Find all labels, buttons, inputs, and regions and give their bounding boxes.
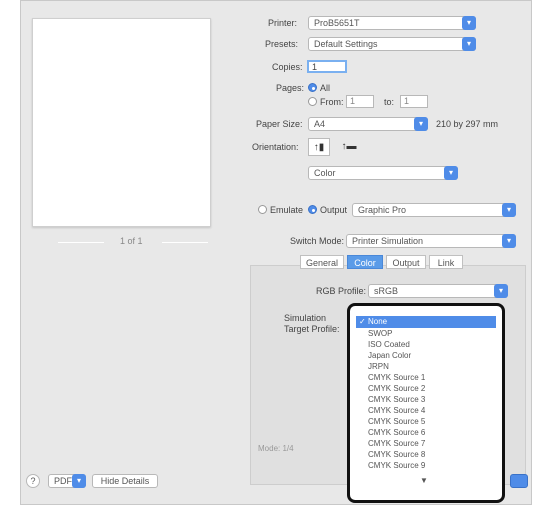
- simulation-target-label: Simulation Target Profile:: [284, 313, 340, 334]
- page-nav-prev[interactable]: [58, 242, 104, 243]
- tab-general[interactable]: General: [300, 255, 344, 269]
- chevron-down-icon[interactable]: ▼: [420, 476, 428, 485]
- pages-all-label: All: [320, 83, 331, 93]
- output-device-popup[interactable]: Graphic Pro ▾: [352, 203, 516, 217]
- footer-note: Mode: 1/4: [258, 444, 294, 453]
- chevron-down-icon: ▾: [414, 117, 428, 131]
- copies-label: Copies:: [272, 62, 303, 72]
- copies-field[interactable]: 1: [307, 60, 347, 73]
- pages-range-radio[interactable]: [308, 97, 317, 106]
- print-button[interactable]: [510, 474, 528, 488]
- section-value: Color: [314, 168, 336, 178]
- tab-color[interactable]: Color: [347, 255, 383, 269]
- paper-size-popup[interactable]: A4 ▾: [308, 117, 428, 131]
- dropdown-item[interactable]: CMYK Source 9: [368, 461, 425, 470]
- emulate-radio[interactable]: [258, 205, 267, 214]
- orientation-label: Orientation:: [252, 142, 299, 152]
- emulate-label: Emulate: [270, 205, 304, 215]
- chevron-down-icon: ▾: [502, 203, 516, 217]
- pages-label: Pages:: [276, 83, 305, 93]
- output-device-value: Graphic Pro: [358, 205, 407, 215]
- tab-link[interactable]: Link: [429, 255, 463, 269]
- presets-label: Presets:: [265, 39, 299, 49]
- dropdown-item[interactable]: CMYK Source 6: [368, 428, 425, 437]
- pages-all-radio[interactable]: [308, 83, 317, 92]
- presets-value: Default Settings: [314, 39, 378, 49]
- output-radio-label: Output: [320, 205, 348, 215]
- chevron-down-icon: ▾: [72, 474, 86, 488]
- pages-from-field[interactable]: 1: [346, 95, 374, 108]
- presets-popup[interactable]: Default Settings ▾: [308, 37, 476, 51]
- printer-label: Printer:: [268, 18, 298, 28]
- printer-popup[interactable]: ProB5651T ▾: [308, 16, 476, 30]
- pages-to-field[interactable]: 1: [400, 95, 428, 108]
- paper-size-label: Paper Size:: [256, 119, 303, 129]
- chevron-down-icon: ▾: [444, 166, 458, 180]
- pdf-menu-button[interactable]: PDF ▾: [48, 474, 86, 488]
- dropdown-item[interactable]: Japan Color: [368, 351, 411, 360]
- portrait-icon[interactable]: ↑▮: [308, 138, 330, 156]
- printer-value: ProB5651T: [314, 18, 360, 28]
- dropdown-item[interactable]: ISO Coated: [368, 340, 410, 349]
- page-preview: [32, 18, 211, 227]
- dropdown-item[interactable]: CMYK Source 3: [368, 395, 425, 404]
- checkmark-icon: ✓: [359, 317, 366, 326]
- edit-mode-label: Switch Mode:: [290, 236, 345, 246]
- page-nav-next[interactable]: [162, 242, 208, 243]
- dropdown-item[interactable]: CMYK Source 5: [368, 417, 425, 426]
- rgb-profile-value: sRGB: [374, 286, 399, 296]
- rgb-profile-popup[interactable]: sRGB ▾: [368, 284, 508, 298]
- paper-dimensions: 210 by 297 mm: [436, 119, 499, 129]
- landscape-icon[interactable]: ↑▬: [338, 138, 360, 156]
- dropdown-item[interactable]: SWOP: [368, 329, 392, 338]
- section-popup[interactable]: Color ▾: [308, 166, 458, 180]
- chevron-down-icon: ▾: [494, 284, 508, 298]
- dropdown-item[interactable]: CMYK Source 2: [368, 384, 425, 393]
- pages-to-label: to:: [384, 97, 395, 107]
- simulation-target-dropdown[interactable]: ✓ None SWOP ISO Coated Japan Color JRPN …: [347, 303, 505, 503]
- page-count: 1 of 1: [120, 236, 143, 246]
- hide-details-button[interactable]: Hide Details: [92, 474, 158, 488]
- chevron-down-icon: ▾: [462, 37, 476, 51]
- output-radio[interactable]: [308, 205, 317, 214]
- dropdown-item[interactable]: CMYK Source 4: [368, 406, 425, 415]
- edit-mode-value: Printer Simulation: [352, 236, 424, 246]
- page-navigator: 1 of 1: [58, 236, 208, 248]
- paper-size-value: A4: [314, 119, 326, 129]
- chevron-down-icon: ▾: [462, 16, 476, 30]
- chevron-down-icon: ▾: [502, 234, 516, 248]
- edit-mode-popup[interactable]: Printer Simulation ▾: [346, 234, 516, 248]
- dropdown-item[interactable]: CMYK Source 7: [368, 439, 425, 448]
- dropdown-item[interactable]: JRPN: [368, 362, 389, 371]
- pages-from-label: From:: [320, 97, 344, 107]
- rgb-profile-label: RGB Profile:: [316, 286, 367, 296]
- dropdown-item[interactable]: CMYK Source 1: [368, 373, 425, 382]
- dropdown-item[interactable]: CMYK Source 8: [368, 450, 425, 459]
- tab-output[interactable]: Output: [386, 255, 426, 269]
- help-button[interactable]: ?: [26, 474, 40, 488]
- dropdown-item[interactable]: None: [368, 317, 387, 326]
